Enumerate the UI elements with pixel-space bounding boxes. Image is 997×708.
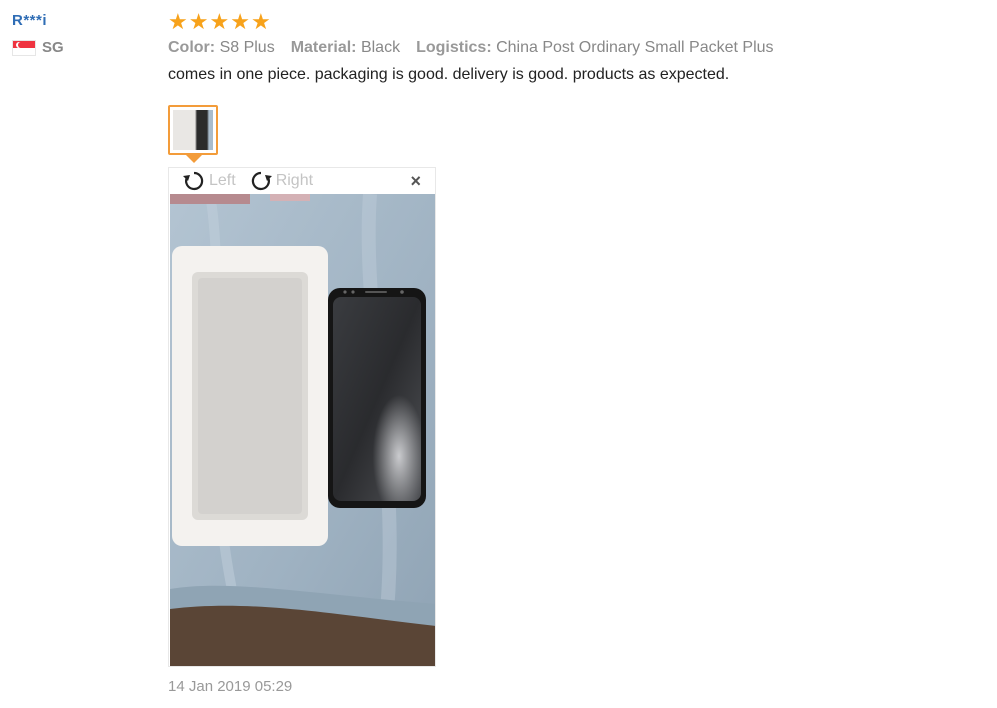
star-rating: ★ ★ ★ ★ ★: [168, 10, 968, 34]
review-content: ★ ★ ★ ★ ★ Color: S8 Plus Material: Black…: [168, 10, 968, 695]
star-icon: ★: [209, 9, 230, 34]
star-icon: ★: [250, 9, 271, 34]
review-date: 14 Jan 2019 05:29: [168, 678, 293, 695]
reviewer-info: R***i SG: [12, 12, 152, 56]
rotate-left-icon: [183, 171, 204, 191]
star-icon: ★: [168, 9, 188, 34]
attribute-key: Color:: [168, 39, 216, 56]
attribute-value: S8 Plus: [219, 39, 275, 56]
star-icon: ★: [230, 9, 250, 34]
image-viewer-toolbar: Left Right ×: [169, 168, 435, 194]
rotate-right-label: Right: [275, 172, 314, 189]
review-text: comes in one piece. packaging is good. d…: [168, 66, 730, 83]
thumbnail-image: [173, 110, 213, 150]
rotate-right-button[interactable]: Right: [248, 169, 313, 193]
rotate-left-label: Left: [209, 172, 236, 189]
attribute-value: Black: [360, 39, 401, 56]
rotate-right-icon: [251, 171, 272, 191]
attribute-logistics: Logistics: China Post Ordinary Small Pac…: [416, 39, 773, 57]
country-code: SG: [42, 39, 64, 56]
review-image-thumbnail[interactable]: [168, 105, 218, 155]
reviewer-country: SG: [12, 39, 152, 56]
singapore-flag-icon: [12, 39, 36, 56]
rotate-left-button[interactable]: Left: [181, 169, 236, 193]
review-photo: [170, 194, 435, 666]
image-viewer: Left Right ×: [168, 167, 436, 667]
product-attributes: Color: S8 Plus Material: Black Logistics…: [168, 39, 968, 57]
star-icon: ★: [188, 9, 209, 34]
attribute-key: Logistics:: [416, 39, 492, 56]
close-icon[interactable]: ×: [410, 172, 421, 190]
attribute-key: Material:: [290, 39, 357, 56]
attribute-color: Color: S8 Plus: [168, 39, 275, 57]
review-item: R***i SG ★ ★ ★ ★ ★ Color: S8 Plus Materi…: [0, 0, 997, 708]
attribute-value: China Post Ordinary Small Packet Plus: [496, 39, 774, 56]
attribute-material: Material: Black: [291, 39, 400, 57]
reviewer-name: R***i: [12, 12, 48, 29]
review-photo-image: [170, 194, 435, 666]
thumbnail-pointer-icon: [186, 155, 202, 163]
